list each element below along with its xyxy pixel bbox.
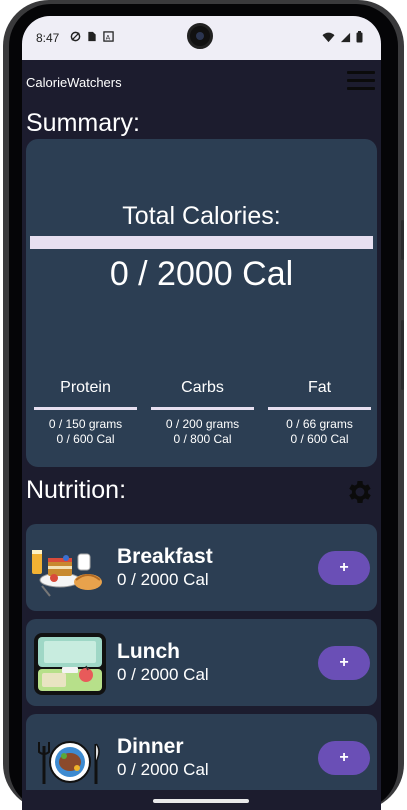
macro-cal: 0 / 800 Cal: [173, 432, 232, 446]
total-calories-progress: [30, 236, 373, 249]
meal-calories: 0 / 2000 Cal: [117, 665, 209, 684]
summary-card: Total Calories: 0 / 2000 Cal Protein 0 /…: [26, 139, 377, 467]
gesture-nav-bar: [22, 790, 381, 810]
phone-frame: 8:47 A CalorieWatchers Summary: Total Ca: [3, 0, 404, 810]
meal-card-lunch: Lunch 0 / 2000 Cal +: [26, 619, 377, 706]
macro-progress: [268, 407, 371, 410]
macro-cal: 0 / 600 Cal: [290, 432, 349, 446]
status-time: 8:47: [36, 31, 60, 45]
macro-progress: [151, 407, 254, 410]
meal-card-breakfast: Breakfast 0 / 2000 Cal +: [26, 524, 377, 611]
battery-icon: [356, 31, 363, 43]
macro-grams: 0 / 66 grams: [286, 417, 353, 431]
total-calories-label: Total Calories:: [122, 202, 281, 230]
app-title: CalorieWatchers: [26, 75, 122, 90]
status-bar: 8:47 A: [22, 16, 381, 60]
macro-name: Protein: [60, 379, 111, 396]
macro-name: Carbs: [181, 379, 224, 396]
meal-card-dinner: Dinner 0 / 2000 Cal +: [26, 714, 377, 801]
power-button: [401, 320, 404, 390]
sim-card-icon: [88, 31, 96, 42]
lunchbox-image: [34, 633, 106, 695]
app-bar: CalorieWatchers: [22, 60, 381, 102]
summary-heading: Summary:: [26, 109, 140, 137]
translate-icon: A: [103, 31, 114, 42]
add-breakfast-button[interactable]: +: [318, 551, 370, 585]
meal-name: Breakfast: [117, 545, 213, 568]
macro-grams: 0 / 200 grams: [165, 417, 240, 431]
meal-name: Dinner: [117, 735, 184, 758]
nutrition-heading: Nutrition:: [26, 476, 127, 504]
macro-protein: Protein 0 / 150 grams 0 / 600 Cal: [34, 379, 137, 446]
front-camera: [187, 23, 213, 49]
volume-button: [401, 220, 404, 260]
dinner-plate-image: [38, 741, 100, 784]
meal-calories: 0 / 2000 Cal: [117, 760, 209, 779]
meal-name: Lunch: [117, 640, 180, 663]
meal-calories: 0 / 2000 Cal: [117, 570, 209, 589]
total-calories-value: 0 / 2000 Cal: [109, 255, 294, 293]
macro-cal: 0 / 600 Cal: [56, 432, 115, 446]
add-lunch-button[interactable]: +: [318, 646, 370, 680]
add-dinner-button[interactable]: +: [318, 741, 370, 775]
svg-text:A: A: [106, 33, 111, 41]
status-icons-left: A: [70, 31, 114, 42]
breakfast-food-image: [32, 550, 102, 597]
macro-name: Fat: [307, 379, 332, 396]
macro-fat: Fat 0 / 66 grams 0 / 600 Cal: [268, 379, 371, 446]
signal-icon: [340, 32, 351, 42]
home-indicator[interactable]: [153, 799, 249, 803]
hamburger-menu-icon[interactable]: [347, 71, 375, 93]
macro-progress: [34, 407, 137, 410]
macro-grams: 0 / 150 grams: [48, 417, 123, 431]
screen: 8:47 A CalorieWatchers Summary: Total Ca: [22, 16, 381, 810]
wifi-icon: [322, 32, 335, 42]
data-saver-icon: [70, 31, 81, 42]
macro-carbs: Carbs 0 / 200 grams 0 / 800 Cal: [151, 379, 254, 446]
status-icons-right: [322, 31, 363, 43]
gear-icon[interactable]: [345, 477, 375, 507]
